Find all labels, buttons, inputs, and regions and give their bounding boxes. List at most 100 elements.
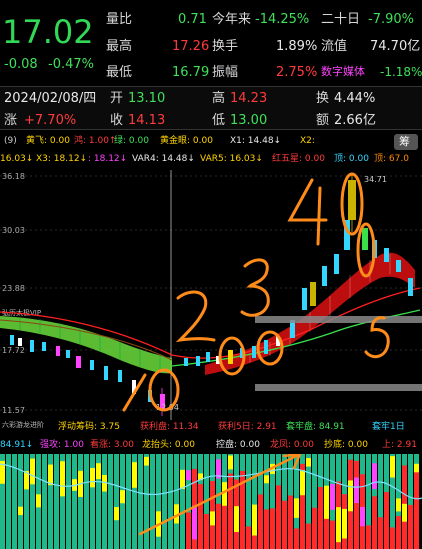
indicator2-item: 龙抬头: 0.00 xyxy=(142,440,195,450)
histogram-bar xyxy=(306,458,311,467)
stat-label: 量比 xyxy=(106,12,133,27)
histogram-bar xyxy=(78,454,83,549)
histogram-bar xyxy=(348,480,353,512)
close-label: 收 xyxy=(110,113,124,128)
indicator2-item: 套牢1日 xyxy=(372,422,405,432)
histogram-bar xyxy=(234,506,239,532)
histogram-bar xyxy=(306,523,311,549)
indicator2-item: 上: 2.91 xyxy=(382,440,417,450)
turnover-value: 4.44% xyxy=(334,91,376,106)
histogram-bar xyxy=(288,495,293,549)
indicator2-item: 强攻: 1.00 xyxy=(40,440,84,450)
main-kline-chart[interactable]: 36.18 30.03 23.88 17.72 11.57 弘历太极VIP 12… xyxy=(0,170,422,420)
histogram-bar xyxy=(408,504,413,549)
histogram-bar xyxy=(186,470,191,481)
histogram-bar xyxy=(60,461,65,497)
price-change: -0.08 xyxy=(4,57,38,72)
sell-button[interactable]: 筹 xyxy=(394,134,418,150)
histogram-bar xyxy=(162,454,167,549)
high-label: 高 xyxy=(212,91,226,106)
histogram-bar xyxy=(90,467,95,488)
histogram-bar xyxy=(312,507,317,549)
indicator1-item: 黄飞: 0.00 xyxy=(26,136,70,146)
histogram-bar xyxy=(114,454,119,549)
price-level: 11.57 xyxy=(2,406,25,415)
histogram-bar xyxy=(282,500,287,549)
histogram-bar xyxy=(114,507,119,521)
stat-value: 1.89% xyxy=(276,39,318,54)
stat-value: 16.79 xyxy=(172,65,210,80)
histogram-bar xyxy=(102,454,107,549)
histogram-bar xyxy=(366,525,371,549)
histogram-bar xyxy=(264,475,269,484)
indicator1-item: 黄金眼: 0.00 xyxy=(160,136,213,146)
histogram-bar xyxy=(378,517,383,549)
histogram-bar xyxy=(360,506,365,527)
histogram-bar xyxy=(396,516,401,549)
histogram-bar xyxy=(186,512,191,549)
indicator1-item: VAR4: 14.48↓ xyxy=(132,154,195,164)
amount-value: 2.66亿 xyxy=(334,113,376,128)
histogram-bar xyxy=(192,505,197,540)
histogram-bar xyxy=(390,456,395,478)
histogram-bar xyxy=(180,469,185,490)
high-value: 14.23 xyxy=(230,91,268,106)
price-level: 17.72 xyxy=(2,346,25,355)
histogram-bar xyxy=(342,508,347,539)
histogram-bar xyxy=(372,496,377,549)
histogram-bar xyxy=(294,498,299,518)
price-level: 23.88 xyxy=(2,284,25,293)
stat-label: 二十日 xyxy=(321,12,361,27)
stat-value: -1.18% xyxy=(380,65,422,79)
indicator1-item: X3: 18.12↓ xyxy=(36,154,88,164)
stat-label: 流值 xyxy=(321,39,348,54)
sector-label[interactable]: 数字媒体 xyxy=(321,66,365,77)
open-value: 13.10 xyxy=(128,91,166,106)
histogram-bar xyxy=(228,455,233,470)
histogram-bar xyxy=(390,527,395,549)
stat-label: 振幅 xyxy=(212,65,239,80)
stat-label: 最高 xyxy=(106,39,133,54)
histogram-bar xyxy=(216,503,221,549)
histogram-bar xyxy=(204,513,209,549)
indicator2-item: 控盘: 0.00 xyxy=(216,440,260,450)
histogram-bar xyxy=(294,528,299,549)
indicator2-chart[interactable] xyxy=(0,454,422,549)
histogram-bar xyxy=(48,464,53,486)
high-mark: 34.71 xyxy=(364,175,387,184)
histogram-bar xyxy=(108,454,113,549)
histogram-bar xyxy=(144,456,149,466)
indicator2-item: 龙凤: 0.00 xyxy=(270,440,314,450)
indicator1-item: 顶: 67.0 xyxy=(374,154,409,164)
sell-button-label: 筹 xyxy=(399,135,410,148)
stat-value: 2.75% xyxy=(276,65,318,80)
indicator2-item: 看涨: 3.00 xyxy=(90,440,134,450)
histogram-bar xyxy=(258,494,263,549)
indicator2-item: 浮动筹码: 3.75 xyxy=(58,422,120,432)
histogram-bar xyxy=(150,454,155,549)
stat-value: -7.90% xyxy=(368,12,414,27)
histogram-bar xyxy=(324,485,329,519)
histogram-bar xyxy=(132,462,137,488)
histogram-bar xyxy=(18,454,23,549)
histogram-bar xyxy=(336,507,341,543)
histogram-bar xyxy=(354,460,359,549)
histogram-bar xyxy=(414,463,419,473)
histogram-bar xyxy=(402,503,407,522)
stat-value: 74.70亿 xyxy=(370,39,421,54)
stat-label: 今年来 xyxy=(212,12,252,27)
indicator1-item: VAR5: 16.03↓ xyxy=(200,154,263,164)
indicator2-header: 六彩游龙进阶 浮动筹码: 3.75 获利盘: 11.34 获利5日: 2.91 … xyxy=(0,420,422,454)
histogram-bar xyxy=(96,463,101,480)
indicator2-item: 抄底: 0.00 xyxy=(324,440,368,450)
histogram-bar xyxy=(252,504,257,536)
close-value: 14.13 xyxy=(128,113,166,128)
resistance-band xyxy=(255,316,422,323)
indicator1-params: (9) xyxy=(4,136,17,146)
histogram-bar xyxy=(6,454,11,549)
current-price: 17.02 xyxy=(2,13,94,51)
histogram-bar xyxy=(24,454,29,549)
price-level: 30.03 xyxy=(2,226,25,235)
indicator1-item: 鸿: 1.00↑ xyxy=(74,136,117,146)
indicator2-name: 六彩游龙进阶 xyxy=(2,421,44,429)
